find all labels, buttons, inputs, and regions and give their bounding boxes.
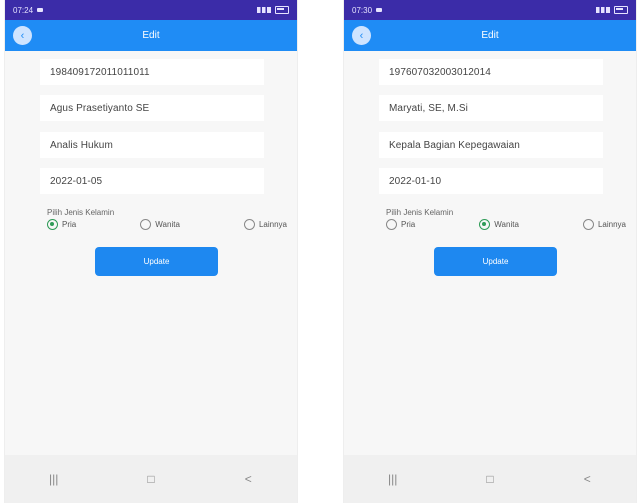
radio-option-1[interactable]: Wanita	[479, 219, 519, 230]
status-time: 07:30	[352, 5, 373, 15]
recents-icon[interactable]: |||	[383, 472, 403, 486]
nip-field[interactable]: 197607032003012014	[379, 59, 603, 85]
radio-label: Pria	[62, 220, 77, 229]
radio-unchecked-icon[interactable]	[140, 219, 152, 230]
update-button[interactable]: Update	[434, 247, 557, 276]
gender-label: Pilih Jenis Kelamin	[386, 208, 454, 217]
edit-form: 198409172011011011 Agus Prasetiyanto SE …	[5, 51, 297, 455]
radio-unchecked-icon[interactable]	[243, 219, 255, 230]
update-button[interactable]: Update	[95, 247, 218, 276]
nav-back-icon[interactable]: <	[577, 472, 597, 486]
radio-option-0[interactable]: Pria	[386, 219, 415, 230]
radio-option-0[interactable]: Pria	[47, 219, 76, 230]
name-field[interactable]: Maryati, SE, M.Si	[379, 95, 603, 121]
recents-icon[interactable]: |||	[44, 472, 64, 486]
gender-label: Pilih Jenis Kelamin	[47, 208, 115, 217]
radio-option-2[interactable]: Lainnya	[243, 219, 287, 230]
app-title: Edit	[142, 30, 160, 41]
system-nav-bar: ||| □ <	[344, 455, 636, 503]
signal-icon	[257, 7, 271, 13]
radio-label: Pria	[401, 220, 416, 229]
position-field[interactable]: Kepala Bagian Kepegawaian	[379, 132, 603, 158]
nip-field[interactable]: 198409172011011011	[40, 59, 264, 85]
home-icon[interactable]: □	[480, 472, 500, 486]
back-arrow-icon[interactable]: ‹	[13, 26, 32, 45]
radio-option-1[interactable]: Wanita	[140, 219, 180, 230]
radio-unchecked-icon[interactable]	[582, 219, 594, 230]
date-field[interactable]: 2022-01-10	[379, 168, 603, 194]
app-bar: ‹ Edit	[344, 20, 636, 51]
edit-form: 197607032003012014 Maryati, SE, M.Si Kep…	[344, 51, 636, 455]
battery-icon	[614, 6, 628, 14]
battery-icon	[275, 6, 289, 14]
radio-label: Lainnya	[258, 220, 287, 229]
status-bar: 07:30	[344, 0, 636, 20]
back-arrow-icon[interactable]: ‹	[352, 26, 371, 45]
radio-option-2[interactable]: Lainnya	[582, 219, 626, 230]
radio-label: Wanita	[155, 220, 180, 229]
notification-icon	[37, 8, 44, 12]
radio-unchecked-icon[interactable]	[386, 219, 397, 230]
position-field[interactable]: Analis Hukum	[40, 132, 264, 158]
gender-radio-group: Pria Wanita Lainnya	[47, 219, 287, 230]
app-title: Edit	[481, 30, 499, 41]
date-field[interactable]: 2022-01-05	[40, 168, 264, 194]
radio-label: Lainnya	[597, 220, 626, 229]
status-time: 07:24	[13, 5, 34, 15]
app-bar: ‹ Edit	[5, 20, 297, 51]
signal-icon	[596, 7, 610, 13]
status-bar: 07:24	[5, 0, 297, 20]
radio-label: Wanita	[494, 220, 519, 229]
radio-checked-icon[interactable]	[479, 219, 491, 230]
home-icon[interactable]: □	[141, 472, 161, 486]
notification-icon	[376, 8, 383, 12]
name-field[interactable]: Agus Prasetiyanto SE	[40, 95, 264, 121]
phone-screen-right: 07:30 ‹ Edit 197607032003012014 Maryati,…	[344, 0, 636, 503]
phone-screen-left: 07:24 ‹ Edit 198409172011011011 Agus Pra…	[5, 0, 297, 503]
nav-back-icon[interactable]: <	[238, 472, 258, 486]
gender-radio-group: Pria Wanita Lainnya	[386, 219, 626, 230]
radio-checked-icon[interactable]	[47, 219, 58, 230]
system-nav-bar: ||| □ <	[5, 455, 297, 503]
